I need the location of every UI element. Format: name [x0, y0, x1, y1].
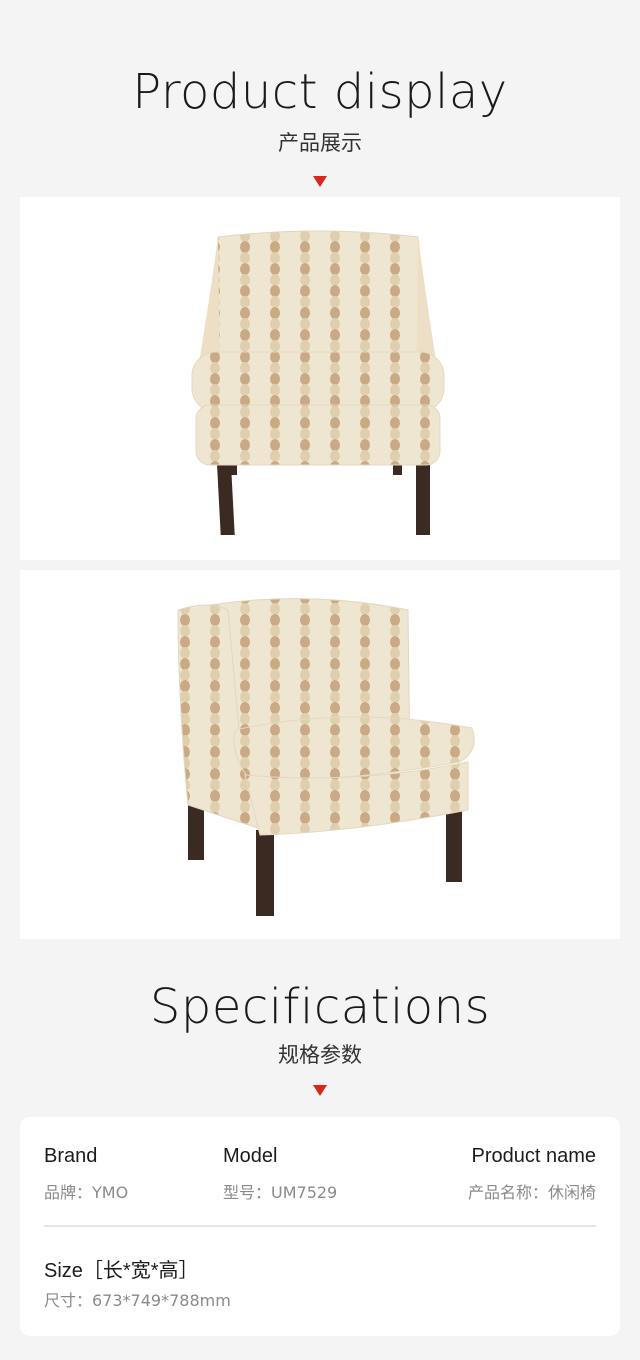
product-name-label: Product name [471, 1145, 596, 1167]
down-triangle-icon [313, 1085, 327, 1096]
brand-label: Brand [44, 1145, 98, 1167]
size-label: Size［长*宽*高］ [44, 1260, 199, 1282]
product-name-value: 产品名称：休闲椅 [467, 1183, 596, 1202]
specifications-title: Specifications [149, 979, 491, 1035]
spec-card: Brand 品牌：YMO Model 型号：UM7529 Product nam… [20, 1117, 620, 1336]
down-triangle-icon [313, 176, 327, 187]
brand-value: 品牌：YMO [44, 1183, 129, 1202]
model-label: Model [223, 1145, 278, 1167]
model-value: 型号：UM7529 [223, 1183, 338, 1202]
spec-divider [44, 1225, 596, 1227]
product-photo-angle [20, 570, 620, 939]
product-display-subtitle: 产品展示 [278, 131, 362, 155]
specifications-header: Specifications 规格参数 [0, 978, 640, 1096]
product-display-header: Product display 产品展示 [0, 64, 640, 187]
specifications-subtitle: 规格参数 [278, 1043, 362, 1067]
product-display-title: Product display [132, 64, 508, 120]
product-photo-front [20, 197, 620, 560]
size-value: 尺寸：673*749*788mm [44, 1291, 231, 1310]
